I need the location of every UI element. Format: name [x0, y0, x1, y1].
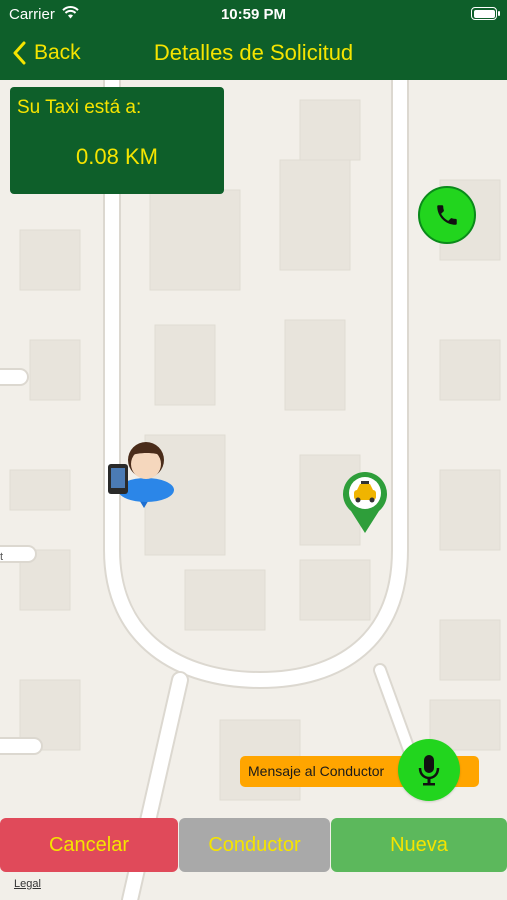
status-bar: Carrier 10:59 PM — [0, 0, 507, 28]
call-driver-button[interactable] — [418, 186, 476, 244]
battery-icon — [471, 7, 500, 20]
street-fragment-label: t — [0, 551, 3, 563]
user-location-marker[interactable] — [108, 438, 180, 510]
taxi-location-marker[interactable] — [341, 471, 389, 535]
distance-label: Su Taxi está a: — [17, 97, 142, 118]
message-driver-label: Mensaje al Conductor — [248, 763, 385, 779]
clock-label: 10:59 PM — [220, 6, 287, 23]
driver-button[interactable]: Conductor — [179, 818, 330, 872]
legal-link[interactable]: Legal — [14, 878, 41, 890]
distance-value: 0.08 KM — [76, 144, 158, 169]
bottom-action-bar: Cancelar Conductor Nueva — [0, 818, 507, 872]
cancel-button[interactable]: Cancelar — [0, 818, 178, 872]
microphone-icon — [418, 755, 440, 786]
user-location-icon — [108, 442, 174, 508]
navigation-bar: Back Detalles de Solicitud — [0, 28, 507, 80]
page-title: Detalles de Solicitud — [153, 40, 354, 65]
microphone-button[interactable] — [398, 739, 460, 801]
phone-icon — [437, 205, 457, 225]
new-request-button[interactable]: Nueva — [331, 818, 507, 872]
taxi-location-icon — [343, 472, 387, 533]
distance-card: Su Taxi está a: 0.08 KM — [10, 87, 224, 194]
